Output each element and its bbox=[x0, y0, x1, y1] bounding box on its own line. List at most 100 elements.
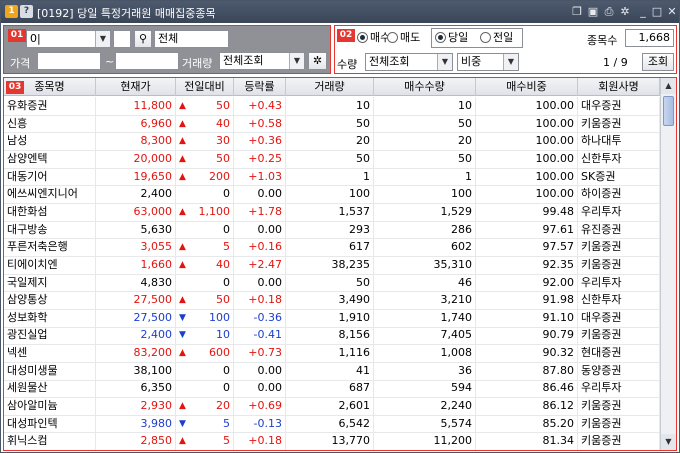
cell-text: 티에이치엔 bbox=[7, 257, 58, 271]
cell-text: 남성 bbox=[7, 134, 28, 148]
table-row[interactable]: 삼양통상 27,500 ▲ 50 +0.18 3,490 3,210 91.98 신한투자 bbox=[4, 291, 660, 310]
col-header-price[interactable]: 현재가 bbox=[96, 78, 176, 96]
chevron-down-icon[interactable]: ▼ bbox=[437, 54, 452, 70]
table-row[interactable]: 휘닉스컴 2,850 ▲ 5 +0.18 13,770 11,200 81.34 키움증권 bbox=[4, 432, 660, 450]
cell-text: 대성미생물 bbox=[7, 363, 58, 377]
cell-volume: 1,537 bbox=[286, 202, 374, 221]
cell-text: 하이증권 bbox=[581, 187, 622, 201]
table-row[interactable]: 에쓰씨엔지니어 2,400 0 0.00 100 100 100.00 하이증권 bbox=[4, 185, 660, 205]
settings-button[interactable]: ✲ bbox=[308, 52, 327, 70]
cell-text: 6,960 bbox=[140, 116, 173, 130]
volume-select[interactable]: 전체조회 ▼ bbox=[219, 52, 305, 70]
trade-option-panel: 02 매수 매도 당일 전일 종목수 1,668 수량 전체조회 ▼ 비중 ▼ … bbox=[334, 25, 677, 74]
print-icon[interactable]: ⎙ bbox=[601, 4, 617, 20]
cell-text: 1,008 bbox=[440, 346, 473, 360]
table-row[interactable]: 대성파인텍 3,980 ▼ 5 -0.13 6,542 5,574 85.20 키움증권 bbox=[4, 414, 660, 434]
table-row[interactable]: 티에이치엔 1,660 ▲ 40 +2.47 38,235 35,310 92.35 키움증권 bbox=[4, 255, 660, 275]
cell-text: 35,310 bbox=[433, 257, 473, 271]
table-row[interactable]: 세원물산 6,350 0 0.00 687 594 86.46 우리투자 bbox=[4, 379, 660, 399]
table-row[interactable]: 삼아알미늄 2,930 ▲ 20 +0.69 2,601 2,240 86.12 키움증권 bbox=[4, 397, 660, 416]
col-header-buy-ratio[interactable]: 매수비중 bbox=[476, 78, 578, 96]
table-row[interactable]: 국일제지 4,830 0 0.00 50 46 92.00 우리투자 bbox=[4, 273, 660, 293]
broker-name-field[interactable]: 전체 bbox=[154, 30, 229, 48]
cell-member: 대우증권 bbox=[578, 97, 660, 115]
cell-text: 0.00 bbox=[257, 222, 283, 236]
broker-code-combo[interactable]: 0| ▼ bbox=[26, 30, 111, 48]
cell-buy-qty: 1,008 bbox=[374, 344, 476, 363]
cell-text: 86.46 bbox=[542, 381, 575, 395]
count-value: 1,668 bbox=[625, 29, 674, 47]
scroll-thumb[interactable] bbox=[663, 96, 674, 126]
cell-text: 50 bbox=[458, 151, 472, 165]
qty-select[interactable]: 전체조회 ▼ bbox=[365, 53, 453, 71]
table-row[interactable]: 대동기어 19,650 ▲ 200 +1.03 1 1 100.00 SK증권 bbox=[4, 167, 660, 187]
scroll-up-icon[interactable]: ▲ bbox=[661, 78, 676, 94]
col-header-rate[interactable]: 등락률 bbox=[234, 78, 286, 96]
radio-buy[interactable]: 매수 bbox=[357, 30, 390, 46]
cell-text: 대우증권 bbox=[581, 99, 622, 112]
cell-text: 41 bbox=[356, 363, 370, 377]
settings-icon[interactable]: ✲ bbox=[617, 4, 633, 20]
cell-change: ▲ 5 bbox=[176, 432, 234, 450]
table-row[interactable]: 성보화학 27,500 ▼ 100 -0.36 1,910 1,740 91.10 대우증권 bbox=[4, 308, 660, 328]
table-row[interactable]: 신흥 6,960 ▲ 40 +0.58 50 50 100.00 키움증권 bbox=[4, 114, 660, 134]
cell-buy-qty: 3,210 bbox=[374, 291, 476, 310]
cell-text: 11,800 bbox=[133, 99, 173, 112]
cell-text: 10 bbox=[356, 99, 370, 112]
table-row[interactable]: 푸른저축은행 3,055 ▲ 5 +0.16 617 602 97.57 키움증권 bbox=[4, 238, 660, 257]
table-row[interactable]: 삼양엔텍 20,000 ▲ 50 +0.25 50 50 100.00 신한투자 bbox=[4, 149, 660, 169]
table-row[interactable]: 남성 8,300 ▲ 30 +0.36 20 20 100.00 하나대투 bbox=[4, 132, 660, 152]
col-header-buy-qty[interactable]: 매수수량 bbox=[374, 78, 476, 96]
cell-text: 0 bbox=[223, 275, 230, 289]
cell-text: 0 bbox=[223, 222, 230, 236]
cell-text: 키움증권 bbox=[581, 434, 622, 448]
table-row[interactable]: 광진실업 2,400 ▼ 10 -0.41 8,156 7,405 90.79 키움증권 bbox=[4, 326, 660, 346]
cell-text: 20 bbox=[216, 399, 230, 413]
cell-text: 90.79 bbox=[542, 328, 575, 342]
title-bar[interactable]: 1 ? [0192] 당일 특정거래원 매매집중종목 ❐ ▣ ⎙ ✲ _ □ ✕ bbox=[1, 1, 679, 23]
cell-text: 대동기어 bbox=[7, 169, 48, 183]
help-icon[interactable]: ? bbox=[20, 5, 33, 18]
cell-text: 키움증권 bbox=[581, 416, 622, 430]
vertical-scrollbar[interactable]: ▲ ▼ bbox=[660, 78, 676, 450]
blank-button[interactable] bbox=[113, 30, 131, 48]
radio-yesterday[interactable]: 전일 bbox=[480, 30, 513, 46]
price-from-input[interactable] bbox=[37, 52, 101, 70]
col-header-volume[interactable]: 거래량 bbox=[286, 78, 374, 96]
table-row[interactable]: 유화증권 11,800 ▲ 50 +0.43 10 10 100.00 대우증권 bbox=[4, 97, 660, 116]
chevron-down-icon[interactable]: ▼ bbox=[289, 53, 304, 69]
col-header-member[interactable]: 회원사명 bbox=[578, 78, 660, 96]
chevron-down-icon[interactable]: ▼ bbox=[95, 31, 110, 47]
cell-text: 3,980 bbox=[140, 416, 173, 430]
search-button[interactable]: ⚲ bbox=[134, 30, 152, 48]
qty-label: 수량 bbox=[337, 58, 358, 71]
radio-sell[interactable]: 매도 bbox=[387, 30, 420, 46]
col-header-change[interactable]: 전일대비 bbox=[176, 78, 234, 96]
query-button[interactable]: 조회 bbox=[642, 53, 674, 71]
maximize-icon[interactable]: □ bbox=[649, 4, 665, 20]
chevron-down-icon[interactable]: ▼ bbox=[503, 54, 518, 70]
cell-change: ▲ 40 bbox=[176, 255, 234, 274]
radio-dot bbox=[435, 32, 446, 43]
cell-name: 대구방송 bbox=[4, 220, 96, 239]
cell-text: 20,000 bbox=[133, 151, 173, 165]
scroll-down-icon[interactable]: ▼ bbox=[661, 434, 676, 450]
cell-text: 20 bbox=[356, 134, 370, 148]
layout-icon[interactable]: ❐ bbox=[569, 4, 585, 20]
price-to-input[interactable] bbox=[115, 52, 179, 70]
cell-rate: -0.36 bbox=[234, 308, 286, 327]
save-icon[interactable]: ▣ bbox=[585, 4, 601, 20]
cell-member: SK증권 bbox=[578, 167, 660, 186]
table-row[interactable]: 넥센 83,200 ▲ 600 +0.73 1,116 1,008 90.32 현대증권 bbox=[4, 344, 660, 363]
cell-text: 1,910 bbox=[338, 310, 371, 324]
cell-buy-qty: 2,240 bbox=[374, 397, 476, 416]
table-row[interactable]: 대구방송 5,630 0 0.00 293 286 97.61 유진증권 bbox=[4, 220, 660, 240]
up-arrow-icon: ▲ bbox=[179, 348, 186, 359]
radio-today[interactable]: 당일 bbox=[435, 30, 468, 46]
down-arrow-icon: ▼ bbox=[179, 418, 186, 429]
table-row[interactable]: 대성미생물 38,100 0 0.00 41 36 87.80 동양증권 bbox=[4, 361, 660, 381]
ratio-select[interactable]: 비중 ▼ bbox=[457, 53, 519, 71]
table-row[interactable]: 대한화섬 63,000 ▲ 1,100 +1.78 1,537 1,529 99.48 우리투자 bbox=[4, 202, 660, 222]
close-icon[interactable]: ✕ bbox=[664, 4, 680, 20]
cell-buy-qty: 602 bbox=[374, 238, 476, 257]
